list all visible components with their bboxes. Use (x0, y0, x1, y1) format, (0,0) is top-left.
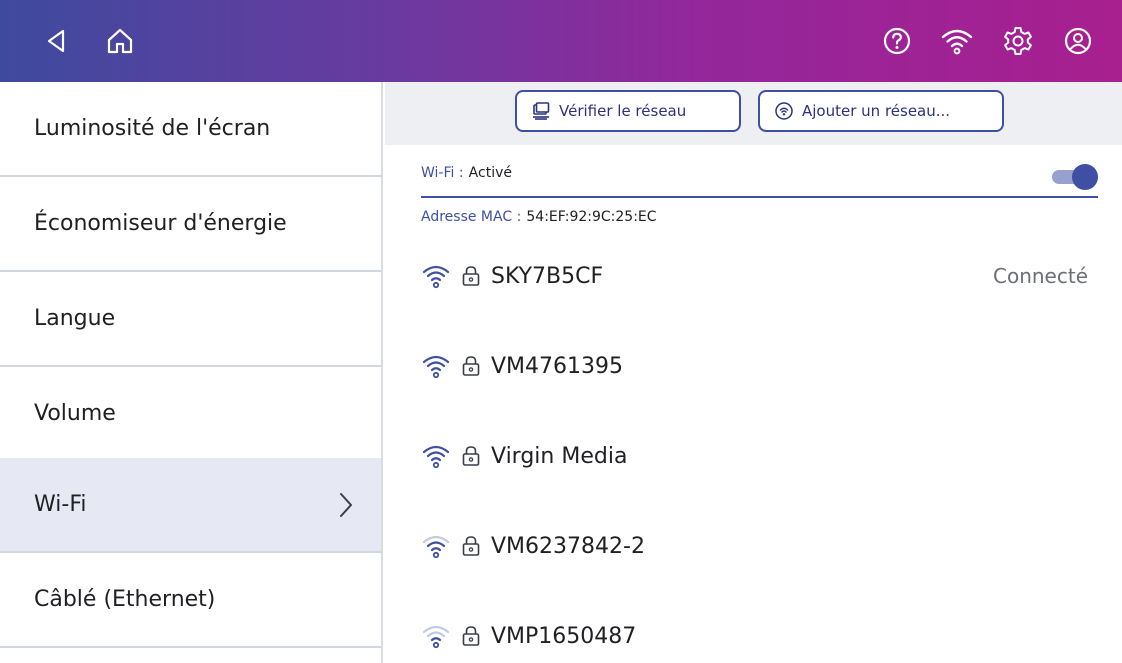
wifi-icon[interactable] (940, 24, 974, 58)
wifi-label: Wi-Fi : (421, 165, 464, 181)
network-ssid: SKY7B5CF (491, 263, 604, 289)
add-network-label: Ajouter un réseau... (802, 102, 951, 120)
sidebar-item-label: Wi-Fi (34, 492, 87, 517)
sidebar-item-energy-saver[interactable]: Économiseur d'énergie (0, 177, 381, 272)
sidebar-item-brightness[interactable]: Luminosité de l'écran (0, 82, 381, 177)
network-item[interactable]: SKY7B5CF Connecté (421, 254, 1098, 298)
account-icon[interactable] (1061, 24, 1095, 58)
sidebar-item-label: Luminosité de l'écran (34, 116, 271, 141)
network-item[interactable]: VM6237842-2 (421, 524, 1098, 568)
lock-icon (462, 356, 480, 376)
top-bar (0, 0, 1122, 82)
sidebar-item-label: Câblé (Ethernet) (34, 587, 216, 612)
network-ssid: VM4761395 (491, 353, 624, 379)
mac-value: 54:EF:92:9C:25:EC (526, 209, 657, 225)
button-bar: Vérifier le réseau Ajouter un réseau... (385, 82, 1122, 145)
sidebar-item-label: Économiseur d'énergie (34, 211, 287, 236)
wifi-status-value: Activé (468, 165, 512, 181)
check-network-label: Vérifier le réseau (559, 102, 687, 120)
wifi-signal-icon (422, 445, 450, 469)
wifi-signal-icon (422, 535, 450, 559)
wifi-toggle[interactable] (1052, 164, 1098, 190)
settings-sidebar: Luminosité de l'écran Économiseur d'éner… (0, 82, 383, 663)
wifi-settings-panel: Vérifier le réseau Ajouter un réseau... … (385, 82, 1122, 663)
lock-icon (462, 446, 480, 466)
network-ssid: VMP1650487 (491, 623, 637, 649)
mac-address-row: Adresse MAC : 54:EF:92:9C:25:EC (421, 206, 657, 230)
sidebar-item-label: Volume (34, 401, 116, 426)
wifi-toggle-knob (1072, 164, 1098, 190)
check-network-button[interactable]: Vérifier le réseau (515, 90, 741, 132)
network-item[interactable]: Virgin Media (421, 434, 1098, 478)
network-status: Connecté (993, 264, 1088, 288)
sidebar-item-label: Langue (34, 306, 116, 331)
sidebar-item-volume[interactable]: Volume (0, 367, 381, 462)
lock-icon (462, 536, 480, 556)
wifi-signal-icon (422, 625, 450, 649)
lock-icon (462, 266, 480, 286)
home-icon[interactable] (103, 24, 137, 58)
chevron-right-icon (340, 493, 352, 517)
wifi-signal-icon (422, 265, 450, 289)
lock-icon (462, 626, 480, 646)
sidebar-item-ethernet[interactable]: Câblé (Ethernet) (0, 553, 381, 648)
network-ssid: VM6237842-2 (491, 533, 645, 559)
wifi-signal-icon (422, 355, 450, 379)
network-check-icon (533, 102, 550, 120)
help-icon[interactable] (880, 24, 914, 58)
sidebar-item-wifi[interactable]: Wi-Fi (0, 458, 381, 553)
wifi-status-row: Wi-Fi : Activé (421, 162, 1098, 198)
network-ssid: Virgin Media (491, 443, 628, 469)
settings-icon[interactable] (1001, 24, 1035, 58)
add-network-icon (775, 102, 793, 120)
mac-label: Adresse MAC : (421, 209, 522, 225)
network-item[interactable]: VMP1650487 (421, 614, 1098, 658)
back-icon[interactable] (40, 24, 74, 58)
network-item[interactable]: VM4761395 (421, 344, 1098, 388)
sidebar-item-language[interactable]: Langue (0, 272, 381, 367)
add-network-button[interactable]: Ajouter un réseau... (758, 90, 1004, 132)
